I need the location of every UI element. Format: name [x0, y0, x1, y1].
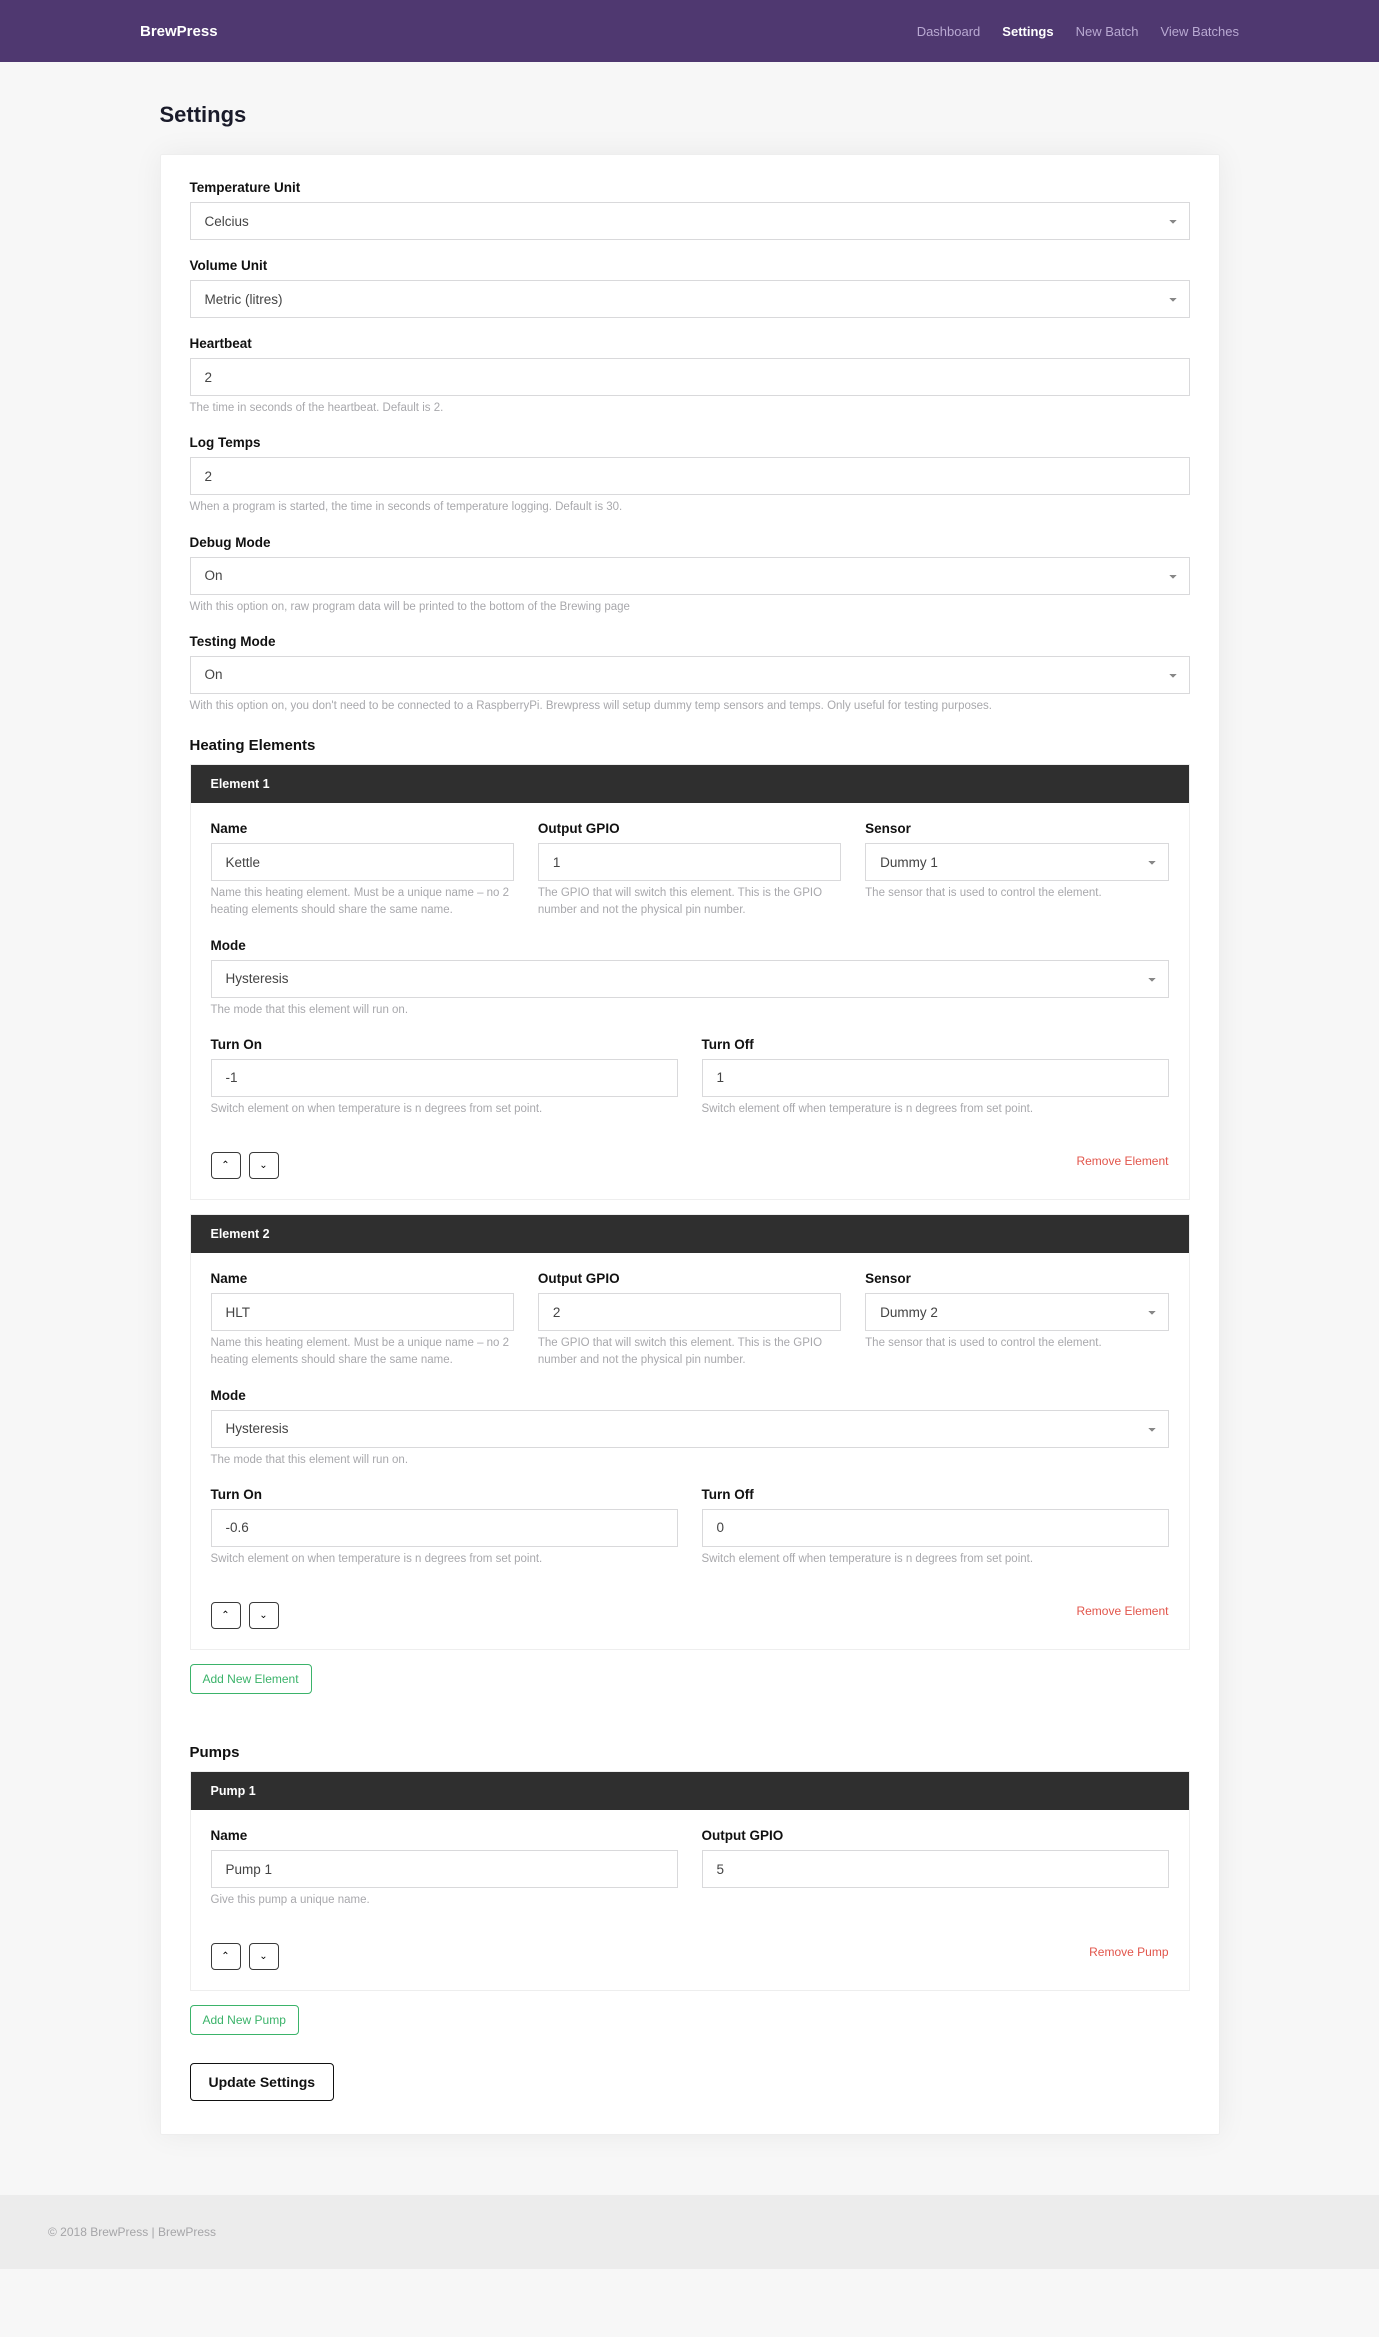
- testing-mode-help: With this option on, you don't need to b…: [190, 698, 1190, 715]
- element-sensor-label: Sensor: [865, 821, 1168, 836]
- element-name-label: Name: [211, 1271, 514, 1286]
- element-mode-label: Mode: [211, 1388, 1169, 1403]
- element-sensor-label: Sensor: [865, 1271, 1168, 1286]
- nav: Dashboard Settings New Batch View Batche…: [917, 24, 1239, 39]
- element-name-label: Name: [211, 821, 514, 836]
- pump-name-label: Name: [211, 1828, 678, 1843]
- element-turn-off-help: Switch element off when temperature is n…: [702, 1551, 1169, 1568]
- element-gpio-label: Output GPIO: [538, 821, 841, 836]
- update-settings-button[interactable]: Update Settings: [190, 2063, 335, 2101]
- element-name-input[interactable]: [211, 1293, 514, 1331]
- move-down-button[interactable]: ⌄: [249, 1943, 279, 1970]
- element-name-help: Name this heating element. Must be a uni…: [211, 885, 514, 920]
- pump-gpio-input[interactable]: [702, 1850, 1169, 1888]
- chevron-down-icon: ⌄: [259, 1160, 267, 1171]
- element-sensor-help: The sensor that is used to control the e…: [865, 1335, 1168, 1352]
- brand: BrewPress: [140, 23, 218, 40]
- page-title: Settings: [160, 102, 1220, 128]
- heating-title: Heating Elements: [190, 737, 1190, 754]
- volume-unit-label: Volume Unit: [190, 258, 1190, 273]
- pumps-title: Pumps: [190, 1744, 1190, 1761]
- heating-element-header: Element 1: [191, 765, 1189, 803]
- temperature-unit-select[interactable]: Celcius: [190, 202, 1190, 240]
- debug-mode-select[interactable]: On: [190, 557, 1190, 595]
- remove-element-link[interactable]: Remove Element: [1076, 1604, 1168, 1618]
- element-gpio-input[interactable]: [538, 843, 841, 881]
- element-mode-help: The mode that this element will run on.: [211, 1002, 1169, 1019]
- nav-new-batch[interactable]: New Batch: [1076, 24, 1139, 39]
- element-turn-on-label: Turn On: [211, 1487, 678, 1502]
- element-turn-off-label: Turn Off: [702, 1487, 1169, 1502]
- volume-unit-select[interactable]: Metric (litres): [190, 280, 1190, 318]
- element-turn-off-label: Turn Off: [702, 1037, 1169, 1052]
- element-turn-off-input[interactable]: [702, 1059, 1169, 1097]
- element-name-input[interactable]: [211, 843, 514, 881]
- add-pump-button[interactable]: Add New Pump: [190, 2005, 299, 2035]
- move-up-button[interactable]: ⌃: [211, 1602, 241, 1629]
- element-mode-help: The mode that this element will run on.: [211, 1452, 1169, 1469]
- chevron-down-icon: ⌄: [259, 1610, 267, 1621]
- chevron-down-icon: ⌄: [259, 1951, 267, 1962]
- element-mode-select[interactable]: Hysteresis: [211, 1410, 1169, 1448]
- element-gpio-label: Output GPIO: [538, 1271, 841, 1286]
- nav-settings[interactable]: Settings: [1002, 24, 1053, 39]
- pump-header: Pump 1: [191, 1772, 1189, 1810]
- move-down-button[interactable]: ⌄: [249, 1152, 279, 1179]
- chevron-up-icon: ⌃: [221, 1160, 229, 1171]
- element-sensor-select[interactable]: Dummy 1: [865, 843, 1168, 881]
- element-turn-off-input[interactable]: [702, 1509, 1169, 1547]
- element-turn-on-input[interactable]: [211, 1059, 678, 1097]
- move-up-button[interactable]: ⌃: [211, 1152, 241, 1179]
- element-name-help: Name this heating element. Must be a uni…: [211, 1335, 514, 1370]
- element-gpio-help: The GPIO that will switch this element. …: [538, 1335, 841, 1370]
- testing-mode-label: Testing Mode: [190, 634, 1190, 649]
- element-mode-label: Mode: [211, 938, 1169, 953]
- remove-pump-link[interactable]: Remove Pump: [1089, 1945, 1168, 1959]
- pump-name-help: Give this pump a unique name.: [211, 1892, 678, 1909]
- element-turn-on-help: Switch element on when temperature is n …: [211, 1551, 678, 1568]
- element-sensor-select[interactable]: Dummy 2: [865, 1293, 1168, 1331]
- heartbeat-label: Heartbeat: [190, 336, 1190, 351]
- heating-element-panel: Element 1 Name Name this heating element…: [190, 764, 1190, 1200]
- add-element-button[interactable]: Add New Element: [190, 1664, 312, 1694]
- debug-mode-label: Debug Mode: [190, 535, 1190, 550]
- pump-panel: Pump 1 Name Give this pump a unique name…: [190, 1771, 1190, 1991]
- element-gpio-input[interactable]: [538, 1293, 841, 1331]
- topbar: BrewPress Dashboard Settings New Batch V…: [0, 0, 1379, 62]
- move-down-button[interactable]: ⌄: [249, 1602, 279, 1629]
- debug-mode-help: With this option on, raw program data wi…: [190, 599, 1190, 616]
- temperature-unit-label: Temperature Unit: [190, 180, 1190, 195]
- remove-element-link[interactable]: Remove Element: [1076, 1154, 1168, 1168]
- element-turn-off-help: Switch element off when temperature is n…: [702, 1101, 1169, 1118]
- testing-mode-select[interactable]: On: [190, 656, 1190, 694]
- heating-element-panel: Element 2 Name Name this heating element…: [190, 1214, 1190, 1650]
- element-turn-on-help: Switch element on when temperature is n …: [211, 1101, 678, 1118]
- nav-view-batches[interactable]: View Batches: [1160, 24, 1239, 39]
- log-temps-input[interactable]: [190, 457, 1190, 495]
- pump-gpio-label: Output GPIO: [702, 1828, 1169, 1843]
- chevron-up-icon: ⌃: [221, 1610, 229, 1621]
- move-up-button[interactable]: ⌃: [211, 1943, 241, 1970]
- element-gpio-help: The GPIO that will switch this element. …: [538, 885, 841, 920]
- heartbeat-help: The time in seconds of the heartbeat. De…: [190, 400, 1190, 417]
- chevron-up-icon: ⌃: [221, 1951, 229, 1962]
- log-temps-label: Log Temps: [190, 435, 1190, 450]
- element-sensor-help: The sensor that is used to control the e…: [865, 885, 1168, 902]
- footer: © 2018 BrewPress | BrewPress: [0, 2195, 1379, 2269]
- settings-card: Temperature Unit Celcius Volume Unit Met…: [160, 154, 1220, 2135]
- element-mode-select[interactable]: Hysteresis: [211, 960, 1169, 998]
- heating-element-header: Element 2: [191, 1215, 1189, 1253]
- heartbeat-input[interactable]: [190, 358, 1190, 396]
- nav-dashboard[interactable]: Dashboard: [917, 24, 981, 39]
- element-turn-on-input[interactable]: [211, 1509, 678, 1547]
- element-turn-on-label: Turn On: [211, 1037, 678, 1052]
- pump-name-input[interactable]: [211, 1850, 678, 1888]
- log-temps-help: When a program is started, the time in s…: [190, 499, 1190, 516]
